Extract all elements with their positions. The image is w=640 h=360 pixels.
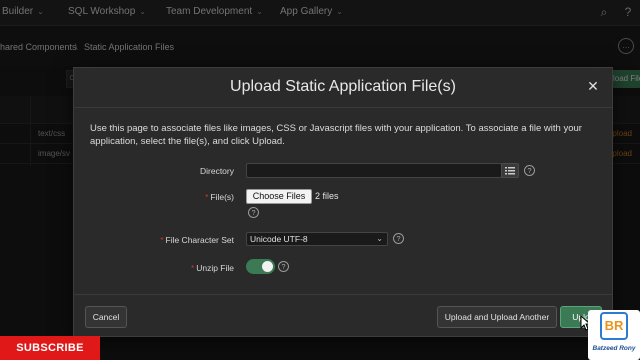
charset-label: * File Character Set — [160, 235, 234, 245]
upload-another-button[interactable]: Upload and Upload Another — [437, 306, 557, 328]
file-count-text: 2 files — [315, 191, 339, 201]
help-icon[interactable]: ? — [393, 233, 404, 244]
unzip-label: * Unzip File — [191, 263, 234, 273]
required-indicator: * — [191, 264, 195, 273]
directory-label: Directory — [199, 166, 234, 176]
unzip-toggle[interactable] — [246, 259, 275, 274]
subscribe-button[interactable]: SUBSCRIBE — [0, 336, 100, 360]
logo-mark: BR — [600, 312, 628, 340]
list-icon — [505, 167, 515, 175]
charset-select[interactable]: Unicode UTF-8 ⌄ — [246, 232, 388, 246]
dialog-footer: Cancel Upload and Upload Another Uplo — [74, 294, 612, 338]
dialog-title: Upload Static Application File(s) — [230, 78, 456, 95]
directory-list-button[interactable] — [501, 163, 519, 178]
close-icon[interactable]: ✕ — [586, 79, 600, 93]
upload-dialog: Upload Static Application File(s) ✕ Use … — [73, 67, 613, 337]
dialog-header: Upload Static Application File(s) ✕ — [74, 68, 612, 108]
toggle-knob — [262, 261, 273, 272]
choose-files-button[interactable]: Choose Files — [246, 189, 312, 204]
help-icon[interactable]: ? — [248, 207, 259, 218]
help-icon[interactable]: ? — [524, 165, 535, 176]
logo-text: Batzeed Rony — [592, 345, 636, 352]
required-indicator: * — [160, 236, 164, 245]
files-label: * File(s) — [205, 192, 234, 202]
required-indicator: * — [205, 193, 209, 202]
directory-input[interactable] — [246, 163, 502, 178]
chevron-down-icon: ⌄ — [376, 234, 383, 243]
channel-logo: BR Batzeed Rony — [588, 310, 640, 360]
dialog-intro-text: Use this page to associate files like im… — [90, 123, 582, 147]
help-icon[interactable]: ? — [278, 261, 289, 272]
cancel-button[interactable]: Cancel — [85, 306, 127, 328]
